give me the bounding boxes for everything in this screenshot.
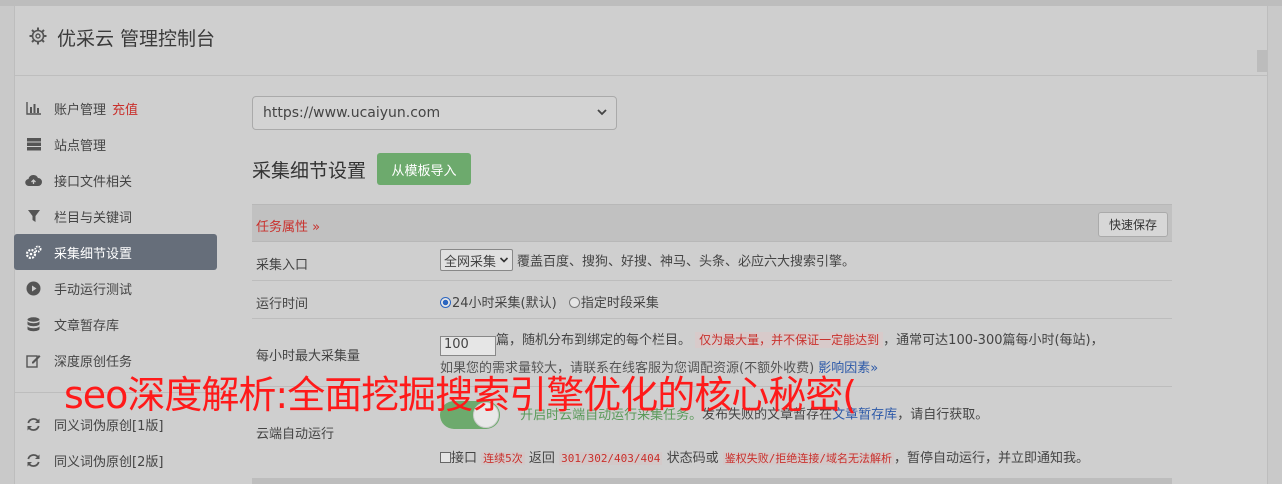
entry-select-value: 全网采集 — [444, 254, 497, 270]
entry-desc: 覆盖百度、搜狗、好搜、神马、头条、必应六大搜索引擎。 — [517, 254, 856, 270]
radio-24h[interactable] — [440, 297, 451, 308]
overlay-caption: seo深度解析:全面挖掘搜索引擎优化的核心秘密( — [64, 373, 857, 417]
sidebar-item-article-store[interactable]: 文章暂存库 — [14, 306, 217, 342]
sidebar-item-columns-keywords[interactable]: 栏目与关键词 — [14, 198, 217, 234]
sidebar-item-account[interactable]: 账户管理 充值 — [14, 90, 217, 126]
checkbox-label: 接口 — [451, 451, 478, 466]
sidebar-item-label: 账户管理 — [54, 102, 107, 118]
section-title: 采集细节设置 — [252, 160, 367, 182]
max-text: 篇，随机分布到绑定的每个栏目。 — [496, 333, 692, 348]
bar-chart-icon — [25, 100, 42, 117]
consecutive-tag: 连续5次 — [481, 452, 525, 465]
auth-fail-tag: 鉴权失败/拒绝连接/域名无法解析 — [722, 452, 894, 465]
sidebar-item-collect-settings[interactable]: 采集细节设置 — [14, 234, 217, 270]
radio-scheduled-label: 指定时段采集 — [580, 296, 659, 311]
table-header: 任务属性 » 快速保存 — [252, 204, 1172, 242]
settings-table: 任务属性 » 快速保存 采集入口 全网采集 覆盖百度、搜狗、好搜、神马、头条、必应… — [252, 204, 1172, 484]
table-row: 运行时间 24小时采集(默认) 指定时段采集 — [252, 281, 1172, 319]
chevron-down-icon — [499, 257, 509, 263]
edit-icon — [25, 352, 42, 369]
status-codes-tag: 301/302/403/404 — [559, 452, 663, 465]
row-value: 100 篇，随机分布到绑定的每个栏目。 仅为最大量，并不保证一定能达到 ，通常可达1… — [440, 329, 1104, 356]
sidebar-item-label: 手动运行测试 — [54, 282, 133, 298]
scrollbar-thumb[interactable] — [1257, 50, 1267, 72]
row-value: 全网采集 覆盖百度、搜狗、好搜、神马、头条、必应六大搜索引擎。 — [440, 249, 855, 271]
filter-icon — [25, 208, 42, 225]
refresh-icon — [25, 416, 42, 433]
sidebar-item-label: 同义词伪原创[2版] — [54, 454, 164, 470]
sidebar-item-label: 文章暂存库 — [54, 318, 120, 334]
gear-icon — [29, 27, 47, 45]
max-warning-tag: 仅为最大量，并不保证一定能达到 — [695, 332, 884, 348]
entry-select[interactable]: 全网采集 — [440, 249, 514, 271]
task-attributes-toggle[interactable]: 任务属性 » — [256, 216, 320, 235]
radio-scheduled[interactable] — [568, 297, 580, 308]
status-text: 状态码或 — [666, 451, 719, 466]
quick-save-button[interactable]: 快速保存 — [1098, 212, 1168, 237]
sidebar-item-synonym-v2[interactable]: 同义词伪原创[2版] — [14, 442, 217, 478]
refresh-icon — [25, 452, 42, 469]
return-text: 返回 — [528, 451, 555, 466]
sidebar-item-manual-test[interactable]: 手动运行测试 — [14, 270, 217, 306]
pause-text: ，暂停自动运行，并立即通知我。 — [893, 451, 1089, 466]
max-text-2: ，通常可达100-300篇每小时(每站)， — [883, 333, 1104, 348]
sidebar-item-interface-files[interactable]: 接口文件相关 — [14, 162, 217, 198]
interface-checkbox[interactable] — [440, 452, 451, 463]
header-bar: 优采云 管理控制台 — [15, 6, 1267, 76]
sidebar-item-label: 接口文件相关 — [54, 174, 133, 190]
sidebar-item-label: 采集细节设置 — [54, 246, 133, 262]
row-value-line2: 接口 连续5次 返回 301/302/403/404 状态码或 鉴权失败/拒绝连… — [440, 447, 1089, 466]
sidebar: 账户管理 充值 站点管理 接口文件相关 栏目与关键词 采集细节设置 手动运行测试… — [14, 90, 217, 378]
max-count-input[interactable]: 100 — [440, 336, 496, 356]
recharge-link[interactable]: 充值 — [112, 99, 138, 118]
server-icon — [25, 136, 42, 153]
row-label: 运行时间 — [256, 297, 309, 312]
play-icon — [25, 280, 42, 297]
row-label: 每小时最大采集量 — [256, 349, 361, 364]
chevron-down-icon — [596, 106, 608, 122]
site-select[interactable]: https://www.ucaiyun.com — [252, 96, 617, 130]
page-title: 优采云 管理控制台 — [57, 28, 216, 50]
cloud-upload-icon — [25, 172, 42, 189]
sidebar-item-label: 栏目与关键词 — [54, 210, 133, 226]
cloud-text-end: ，请自行获取。 — [897, 407, 989, 423]
table-row: 采集入口 全网采集 覆盖百度、搜狗、好搜、神马、头条、必应六大搜索引擎。 — [252, 242, 1172, 281]
row-label: 采集入口 — [256, 258, 309, 273]
sidebar-item-sites[interactable]: 站点管理 — [14, 126, 217, 162]
radio-24h-label: 24小时采集(默认) — [452, 296, 557, 311]
import-template-button[interactable]: 从模板导入 — [377, 153, 471, 185]
database-icon — [25, 316, 42, 333]
gears-icon — [25, 244, 42, 261]
site-select-value: https://www.ucaiyun.com — [263, 105, 441, 121]
sidebar-item-label: 站点管理 — [54, 138, 107, 154]
row-label: 云端自动运行 — [256, 427, 335, 442]
bottom-border — [252, 478, 1172, 484]
row-value: 24小时采集(默认) 指定时段采集 — [440, 292, 659, 311]
